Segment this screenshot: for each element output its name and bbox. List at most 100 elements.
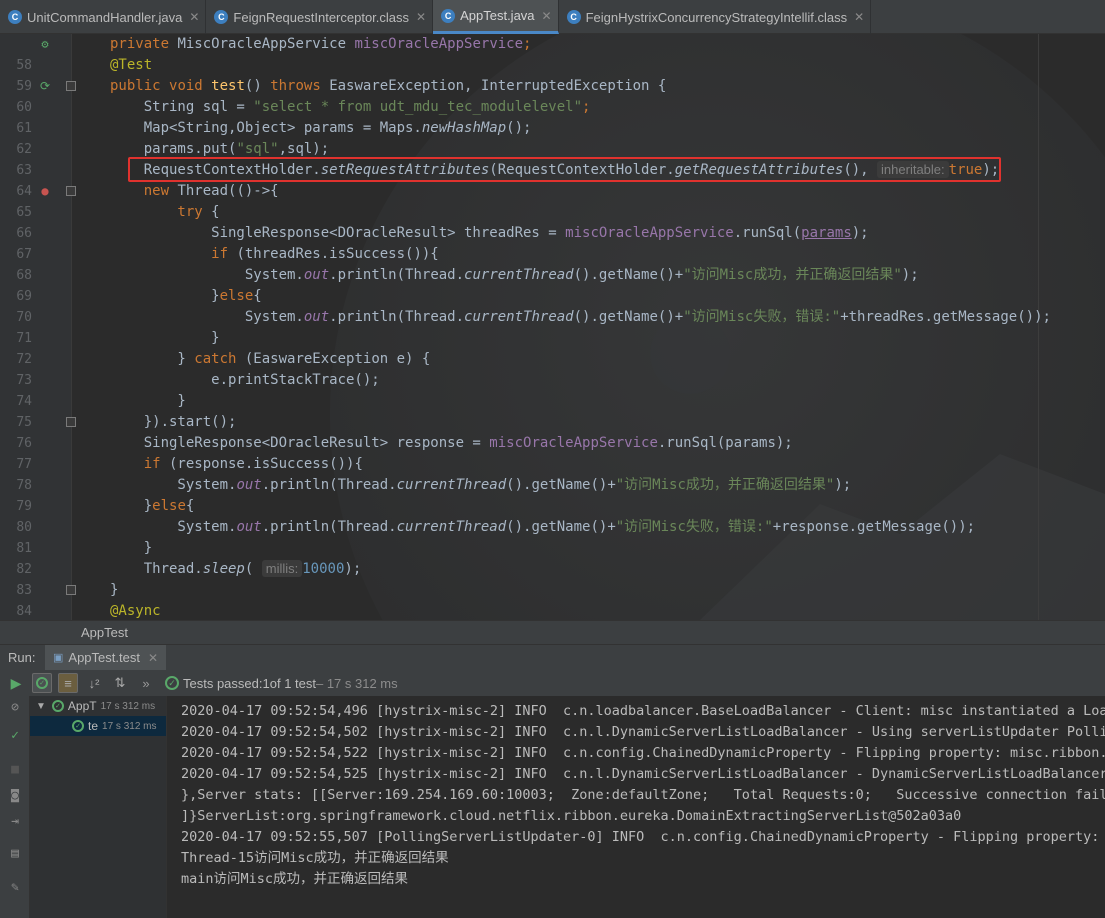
- close-icon[interactable]: ✕: [189, 10, 199, 24]
- code-text: (): [244, 78, 271, 94]
- editor-tab-bar: C UnitCommandHandler.java ✕ C FeignReque…: [0, 0, 1105, 34]
- keyword: throws: [270, 78, 321, 94]
- status-time: – 17 s 312 ms: [315, 675, 398, 691]
- breadcrumb-item[interactable]: AppTest: [81, 625, 128, 640]
- code-line: 66 try {: [0, 202, 1105, 241]
- keyword: private: [110, 36, 170, 52]
- close-icon[interactable]: ✕: [416, 10, 426, 24]
- close-icon[interactable]: ✕: [148, 651, 158, 665]
- more-chevron-icon[interactable]: »: [136, 673, 156, 693]
- code-line: 79 System.out.println(Thread.currentThre…: [0, 475, 1105, 514]
- show-ignored-icon[interactable]: ≡: [58, 673, 78, 693]
- expand-icon[interactable]: ▼: [36, 701, 46, 712]
- fold-icon[interactable]: [66, 186, 76, 196]
- code-text: System.: [110, 267, 304, 283]
- code-text: (threadRes.isSuccess()){: [228, 246, 439, 262]
- console-output[interactable]: 2020-04-17 09:52:54,496 [hystrix-misc-2]…: [168, 696, 1105, 918]
- stop-square-icon[interactable]: ■: [7, 762, 23, 778]
- tab-app-test[interactable]: C AppTest.java ✕: [433, 0, 559, 34]
- string-literal: "sql": [236, 141, 279, 157]
- code-text: }: [110, 393, 186, 409]
- console-line: ]}ServerList:org.springframework.cloud.n…: [181, 808, 962, 824]
- parameter-hint: millis:: [261, 560, 303, 577]
- string-literal: "访问Misc失败，错误:": [683, 309, 841, 325]
- close-icon[interactable]: ✕: [854, 10, 864, 24]
- tree-node-label: te: [88, 719, 99, 733]
- code-text: ();: [506, 120, 532, 136]
- console-line: 2020-04-17 09:52:55,507 [PollingServerLi…: [181, 829, 1105, 845]
- code-text: Map<String,Object> params = Maps.: [110, 120, 422, 136]
- stop-icon[interactable]: ⊘: [7, 700, 23, 716]
- close-icon[interactable]: ✕: [542, 9, 552, 23]
- keyword: try: [110, 204, 203, 220]
- code-line: 71 System.out.println(Thread.currentThre…: [0, 307, 1105, 346]
- field-name: miscOracleAppService: [565, 225, 734, 241]
- test-tree[interactable]: ▼ ✓ AppT 17 s 312 ms ✓ te 17 s 312 ms: [30, 696, 167, 918]
- keyword: else: [152, 498, 186, 514]
- fold-icon[interactable]: [66, 417, 76, 427]
- keyword: new: [110, 183, 170, 199]
- tab-feign-hystrix-strategy[interactable]: C FeignHystrixConcurrencyStrategyIntelli…: [559, 0, 872, 34]
- tab-unit-command-handler[interactable]: C UnitCommandHandler.java ✕: [0, 0, 207, 34]
- highlight-annotation-box: [128, 157, 1001, 182]
- console-line: },Server stats: [[Server:169.254.169.60:…: [181, 787, 1105, 803]
- code-text: +threadRes.getMessage());: [840, 309, 1051, 325]
- class-icon: C: [441, 8, 456, 23]
- code-line: 76 }).start();: [0, 412, 1105, 451]
- code-text: );: [834, 477, 852, 493]
- code-text: ().getName()+: [573, 267, 684, 283]
- code-text: (EaswareException e) {: [236, 351, 431, 367]
- tab-label: FeignRequestInterceptor.class: [233, 9, 410, 25]
- implementing-icon[interactable]: ⚙: [38, 37, 52, 51]
- tree-node-class[interactable]: ▼ ✓ AppT 17 s 312 ms: [30, 696, 166, 716]
- fold-icon[interactable]: [66, 585, 76, 595]
- status-prefix: Tests passed:: [183, 675, 263, 691]
- tab-feign-request-interceptor[interactable]: C FeignRequestInterceptor.class ✕: [206, 0, 434, 34]
- code-line: 84 }: [0, 580, 1105, 619]
- code-text: );: [344, 561, 362, 577]
- pin-icon[interactable]: ✎: [7, 880, 23, 896]
- code-text: System.: [110, 309, 304, 325]
- class-icon: C: [8, 10, 22, 24]
- tree-node-label: AppT: [67, 699, 97, 713]
- run-toolbar: ▶ ✓ ≡ ↓² ⇅ » ✓ Tests passed: 1 of 1 test…: [0, 670, 1105, 696]
- run-config-tab[interactable]: ▣ AppTest.test ✕: [45, 644, 167, 671]
- code-editor[interactable]: 58 ⚙ private MiscOracleAppService miscOr…: [0, 34, 1105, 620]
- sort-alphabetically-icon[interactable]: ↓²: [84, 673, 104, 693]
- code-line: 68 if (threadRes.isSuccess()){: [0, 244, 1105, 283]
- tree-node-time: 17 s 312 ms: [100, 700, 156, 712]
- code-text: (response.isSuccess()){: [160, 456, 363, 472]
- export-icon[interactable]: ⇥: [7, 814, 23, 830]
- layout-icon[interactable]: ▤: [7, 846, 23, 862]
- code-line: 70 }else{: [0, 286, 1105, 325]
- run-test-icon[interactable]: ⟳: [38, 79, 52, 93]
- string-literal: "访问Misc失败，错误:": [615, 519, 773, 535]
- sort-duration-icon[interactable]: ⇅: [110, 673, 130, 693]
- rerun-icon[interactable]: ▶: [6, 673, 26, 693]
- fold-icon[interactable]: [66, 81, 76, 91]
- field-name: miscOracleAppService: [489, 435, 658, 451]
- static-call: currentThread: [396, 519, 507, 535]
- code-line: 72 }: [0, 328, 1105, 367]
- code-text: }: [110, 582, 119, 598]
- code-line: 73 } catch (EaswareException e) {: [0, 349, 1105, 388]
- code-text: (: [244, 561, 262, 577]
- console-line: main访问Misc成功，并正确返回结果: [181, 871, 409, 887]
- tab-label: FeignHystrixConcurrencyStrategyIntellif.…: [585, 9, 848, 25]
- code-text: SingleResponse<DOracleResult> response =: [110, 435, 490, 451]
- code-text: }: [110, 330, 220, 346]
- keyword: public: [110, 78, 161, 94]
- run-tool-window-header: Run: ▣ AppTest.test ✕: [0, 644, 1105, 671]
- code-text: }: [110, 540, 153, 556]
- tree-node-time: 17 s 312 ms: [102, 720, 157, 732]
- breadcrumb[interactable]: AppTest: [0, 620, 1105, 644]
- code-line: 74 e.printStackTrace();: [0, 370, 1105, 409]
- code-line: 75 }: [0, 391, 1105, 430]
- run-failed-icon[interactable]: ✓: [7, 728, 23, 744]
- tree-node-method[interactable]: ✓ te 17 s 312 ms: [30, 716, 166, 736]
- camera-icon[interactable]: ◙: [7, 788, 23, 804]
- show-passed-icon[interactable]: ✓: [32, 673, 52, 693]
- breakpoint-icon[interactable]: ●: [38, 184, 52, 198]
- run-tab-label: AppTest.test: [68, 650, 140, 665]
- code-text: {: [185, 498, 195, 514]
